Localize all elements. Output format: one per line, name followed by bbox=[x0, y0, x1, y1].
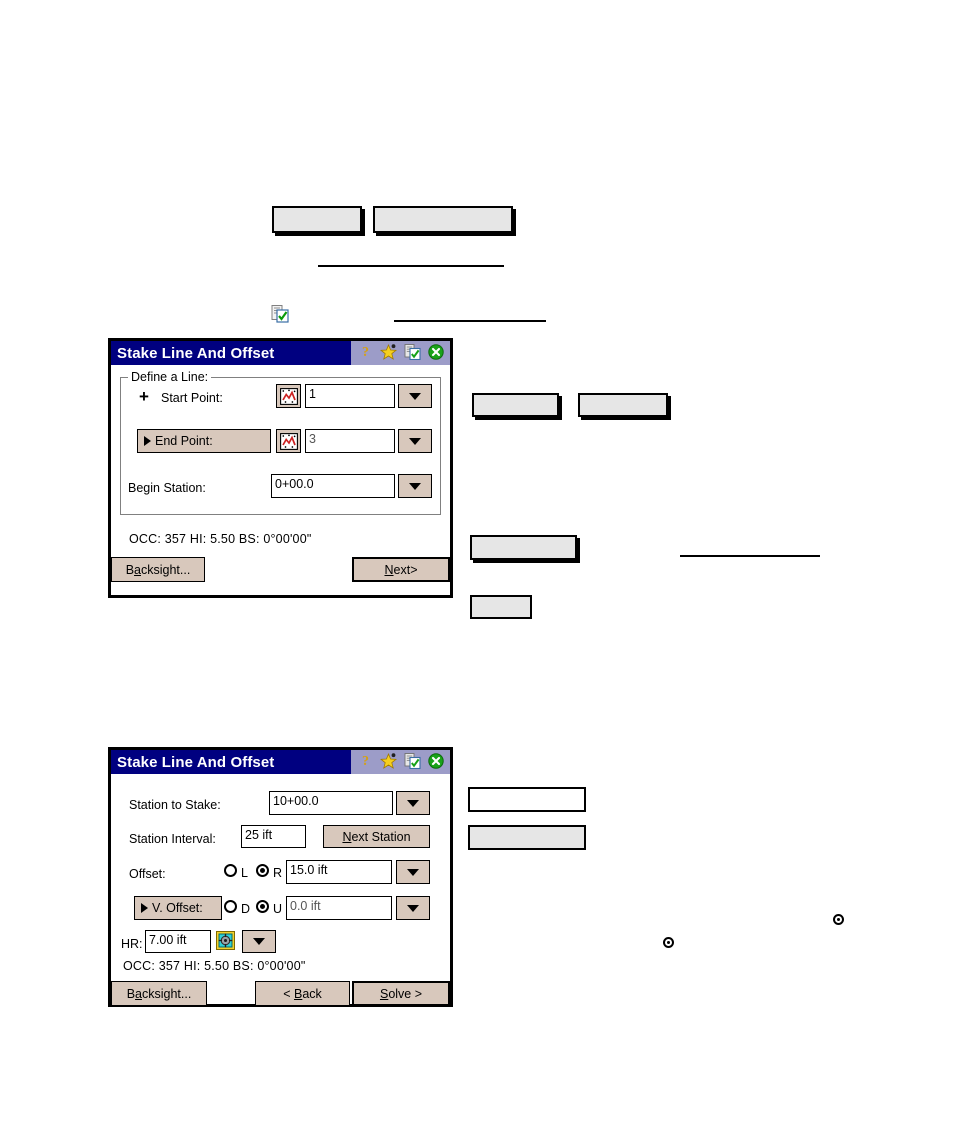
favorites-star-icon[interactable] bbox=[379, 752, 398, 772]
solve-button-label: Solve > bbox=[379, 986, 423, 1001]
help-icon[interactable]: ? bbox=[358, 344, 373, 362]
chevron-down-icon bbox=[409, 392, 421, 400]
next-button-label: Next> bbox=[384, 562, 418, 577]
doc-check-icon[interactable] bbox=[404, 752, 421, 772]
redacted-box bbox=[373, 206, 513, 233]
favorites-star-icon[interactable] bbox=[379, 343, 398, 363]
chevron-down-icon bbox=[407, 868, 419, 876]
end-point-button[interactable]: End Point: bbox=[137, 429, 271, 453]
back-button-label: < Back bbox=[283, 986, 322, 1001]
dialog-body: Station to Stake: 10+00.0 Station Interv… bbox=[111, 774, 450, 1006]
hr-label: HR: bbox=[121, 937, 143, 951]
hr-input[interactable]: 7.00 ift bbox=[145, 930, 211, 953]
dialog-title: Stake Line And Offset bbox=[117, 753, 275, 771]
back-button[interactable]: < Back bbox=[255, 981, 350, 1006]
end-point-dropdown-button[interactable] bbox=[398, 429, 432, 453]
stake-line-and-offset-dialog-step1: Stake Line And Offset ? Define a Line: +… bbox=[108, 338, 453, 598]
offset-right-radio-label: R bbox=[273, 866, 283, 880]
plus-marker: + bbox=[139, 387, 149, 406]
backsight-button[interactable]: Backsight... bbox=[111, 981, 207, 1006]
start-point-input[interactable]: 1 bbox=[305, 384, 395, 408]
v-offset-button-label: V. Offset: bbox=[152, 901, 203, 915]
next-station-button[interactable]: Next Station bbox=[323, 825, 430, 848]
station-to-stake-dropdown-button[interactable] bbox=[396, 791, 430, 815]
prism-target-icon[interactable] bbox=[216, 931, 235, 953]
offset-value-input[interactable]: 15.0 ift bbox=[286, 860, 392, 884]
underline-rule bbox=[318, 265, 504, 267]
chevron-down-icon bbox=[407, 904, 419, 912]
underline-rule bbox=[680, 555, 820, 557]
v-offset-up-radio-label: U bbox=[273, 902, 283, 916]
v-offset-down-radio-label: D bbox=[241, 902, 251, 916]
begin-station-input[interactable]: 0+00.0 bbox=[271, 474, 395, 498]
close-icon[interactable] bbox=[428, 752, 444, 772]
dialog-body: Define a Line: + Start Point: 1 End Poin… bbox=[111, 365, 450, 595]
offset-label: Offset: bbox=[129, 867, 166, 881]
next-station-button-label: Next Station bbox=[342, 829, 411, 844]
station-interval-input[interactable]: 25 ift bbox=[241, 825, 306, 848]
backsight-button-label: Backsight... bbox=[126, 986, 192, 1001]
point-picker-icon-button[interactable] bbox=[276, 429, 301, 453]
v-offset-up-radio[interactable] bbox=[256, 900, 269, 913]
selected-radio-marker bbox=[663, 937, 674, 948]
dialog-titlebar: Stake Line And Offset ? bbox=[111, 341, 450, 365]
dialog-titlebar: Stake Line And Offset ? bbox=[111, 750, 450, 774]
v-offset-value-input[interactable]: 0.0 ift bbox=[286, 896, 392, 920]
next-button[interactable]: Next> bbox=[352, 557, 450, 582]
chevron-down-icon bbox=[253, 938, 265, 945]
start-point-dropdown-button[interactable] bbox=[398, 384, 432, 408]
chevron-down-icon bbox=[409, 437, 421, 445]
underline-rule bbox=[394, 320, 546, 322]
redacted-box bbox=[472, 393, 559, 417]
triangle-right-icon bbox=[141, 903, 148, 913]
triangle-right-icon bbox=[144, 436, 151, 446]
v-offset-button[interactable]: V. Offset: bbox=[134, 896, 222, 920]
redacted-box bbox=[470, 535, 577, 560]
point-picker-icon bbox=[279, 432, 298, 450]
backsight-button-label: Backsight... bbox=[125, 562, 191, 577]
svg-text:?: ? bbox=[362, 345, 369, 359]
titlebar-icon-group: ? bbox=[351, 750, 450, 774]
close-icon[interactable] bbox=[428, 343, 444, 363]
chevron-down-icon bbox=[407, 799, 419, 807]
offset-right-radio[interactable] bbox=[256, 864, 269, 877]
v-offset-down-radio[interactable] bbox=[224, 900, 237, 913]
v-offset-dropdown-button[interactable] bbox=[396, 896, 430, 920]
titlebar-icon-group: ? bbox=[351, 341, 450, 365]
backsight-button[interactable]: Backsight... bbox=[111, 557, 205, 582]
end-point-input[interactable]: 3 bbox=[305, 429, 395, 453]
doc-check-icon bbox=[271, 305, 289, 328]
station-interval-label: Station Interval: bbox=[129, 832, 216, 846]
point-picker-icon-button[interactable] bbox=[276, 384, 301, 408]
selected-radio-marker bbox=[833, 914, 844, 925]
define-a-line-label: Define a Line: bbox=[128, 370, 212, 384]
redacted-box bbox=[468, 787, 586, 812]
start-point-label: Start Point: bbox=[161, 391, 223, 405]
point-picker-icon bbox=[279, 387, 298, 405]
dialog-title: Stake Line And Offset bbox=[117, 344, 275, 362]
offset-left-radio-label: L bbox=[241, 866, 248, 880]
doc-check-icon[interactable] bbox=[404, 343, 421, 363]
redacted-box bbox=[470, 595, 532, 619]
end-point-button-label: End Point: bbox=[155, 434, 213, 448]
station-to-stake-input[interactable]: 10+00.0 bbox=[269, 791, 393, 815]
redacted-box bbox=[468, 825, 586, 850]
status-line: OCC: 357 HI: 5.50 BS: 0°00'00" bbox=[123, 959, 306, 973]
status-line: OCC: 357 HI: 5.50 BS: 0°00'00" bbox=[129, 532, 312, 546]
svg-text:?: ? bbox=[362, 754, 369, 768]
stake-line-and-offset-dialog-step2: Stake Line And Offset ? Station to Stake… bbox=[108, 747, 453, 1007]
solve-button[interactable]: Solve > bbox=[352, 981, 450, 1006]
hr-dropdown-button[interactable] bbox=[242, 930, 276, 953]
begin-station-dropdown-button[interactable] bbox=[398, 474, 432, 498]
chevron-down-icon bbox=[409, 482, 421, 490]
station-to-stake-label: Station to Stake: bbox=[129, 798, 221, 812]
begin-station-label: Begin Station: bbox=[128, 481, 206, 495]
help-icon[interactable]: ? bbox=[358, 753, 373, 771]
offset-left-radio[interactable] bbox=[224, 864, 237, 877]
offset-dropdown-button[interactable] bbox=[396, 860, 430, 884]
redacted-box bbox=[272, 206, 362, 233]
redacted-box bbox=[578, 393, 668, 417]
